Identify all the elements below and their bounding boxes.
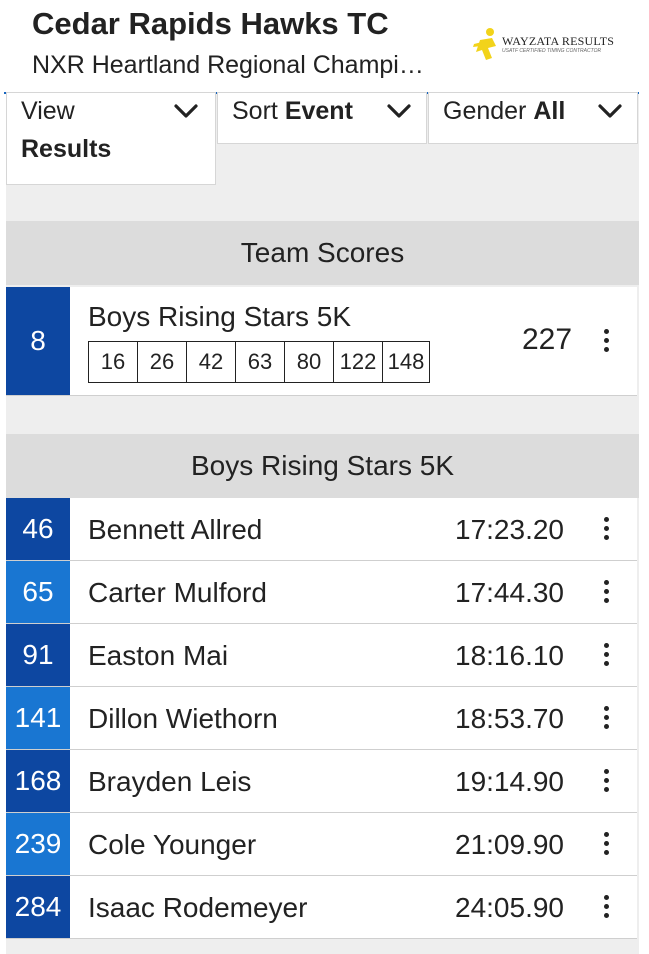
chevron-down-icon: [387, 104, 411, 118]
chevron-down-icon: [598, 104, 622, 118]
logo-tagline: USATF CERTIFIED TIMING CONTRACTOR: [502, 48, 602, 54]
more-vertical-icon[interactable]: [603, 895, 609, 919]
athlete-place: 141: [6, 687, 70, 749]
athlete-name[interactable]: Dillon Wiethorn: [88, 687, 278, 750]
event-heading: Boys Rising Stars 5K: [6, 434, 639, 498]
scorer-place: 122: [334, 342, 383, 382]
more-vertical-icon[interactable]: [603, 769, 609, 793]
athlete-name[interactable]: Easton Mai: [88, 624, 228, 687]
more-vertical-icon[interactable]: [603, 643, 609, 667]
scorer-place: 26: [138, 342, 187, 382]
result-row[interactable]: 168 Brayden Leis 19:14.90: [6, 750, 637, 813]
sort-label: Sort: [232, 97, 278, 125]
scorer-places: 16 26 42 63 80 122 148: [88, 341, 430, 383]
scorer-place: 42: [187, 342, 236, 382]
team-scores-heading: Team Scores: [6, 221, 639, 285]
runner-icon: [473, 28, 496, 60]
finish-time: 24:05.90: [455, 892, 564, 923]
right-margin: [639, 0, 649, 954]
view-value: Results: [21, 135, 112, 163]
finish-time: 19:14.90: [455, 766, 564, 797]
scorer-place: 80: [285, 342, 334, 382]
sort-value: Event: [284, 97, 353, 125]
athlete-place: 168: [6, 750, 70, 812]
more-vertical-icon[interactable]: [603, 580, 609, 604]
result-row[interactable]: 284 Isaac Rodemeyer 24:05.90: [6, 876, 637, 939]
team-event-name: Boys Rising Stars 5K: [88, 301, 351, 332]
athlete-name[interactable]: Carter Mulford: [88, 561, 267, 624]
gender-dropdown[interactable]: Gender All: [428, 92, 638, 144]
scorer-place: 16: [89, 342, 138, 382]
logo-wordmark: WAYZATA RESULTS: [502, 34, 615, 48]
wayzata-results-logo[interactable]: WAYZATA RESULTS USATF CERTIFIED TIMING C…: [472, 26, 622, 64]
athlete-place: 284: [6, 876, 70, 938]
team-place: 8: [6, 287, 70, 395]
athlete-name[interactable]: Brayden Leis: [88, 750, 251, 813]
chevron-down-icon: [174, 104, 198, 118]
scorer-place: 63: [236, 342, 285, 382]
gender-label: Gender: [443, 97, 527, 125]
finish-time: 18:16.10: [455, 640, 564, 671]
athlete-place: 91: [6, 624, 70, 686]
team-total-points: 227: [522, 323, 573, 356]
result-row[interactable]: 239 Cole Younger 21:09.90: [6, 813, 637, 876]
results-list: 46 Bennett Allred 17:23.20 65 Carter Mulford…: [6, 498, 637, 939]
finish-time: 17:23.20: [455, 514, 564, 545]
athlete-place: 65: [6, 561, 70, 623]
team-header: Cedar Rapids Hawks TC NXR Heartland Regi…: [4, 0, 639, 94]
finish-time: 18:53.70: [455, 703, 564, 734]
athlete-name[interactable]: Isaac Rodemeyer: [88, 876, 307, 939]
more-vertical-icon[interactable]: [603, 329, 609, 353]
result-row[interactable]: 141 Dillon Wiethorn 18:53.70: [6, 687, 637, 750]
athlete-place: 46: [6, 498, 70, 560]
view-label: View: [21, 97, 75, 125]
result-row[interactable]: 91 Easton Mai 18:16.10: [6, 624, 637, 687]
more-vertical-icon[interactable]: [603, 832, 609, 856]
scorer-place: 148: [387, 349, 425, 374]
sort-dropdown[interactable]: Sort Event: [217, 92, 427, 144]
meet-name: NXR Heartland Regional Champi…: [32, 51, 424, 79]
result-row[interactable]: 46 Bennett Allred 17:23.20: [6, 498, 637, 561]
team-score-card[interactable]: 8 Boys Rising Stars 5K 16 26 42 63 80 122 148 …: [6, 287, 637, 396]
athlete-name[interactable]: Bennett Allred: [88, 498, 262, 561]
more-vertical-icon[interactable]: [603, 517, 609, 541]
athlete-place: 239: [6, 813, 70, 875]
more-vertical-icon[interactable]: [603, 706, 609, 730]
finish-time: 17:44.30: [455, 577, 564, 608]
gender-value: All: [533, 97, 566, 125]
result-row[interactable]: 65 Carter Mulford 17:44.30: [6, 561, 637, 624]
team-title: Cedar Rapids Hawks TC: [32, 6, 389, 41]
finish-time: 21:09.90: [455, 829, 564, 860]
view-dropdown[interactable]: View Results: [6, 92, 216, 185]
athlete-name[interactable]: Cole Younger: [88, 813, 256, 876]
